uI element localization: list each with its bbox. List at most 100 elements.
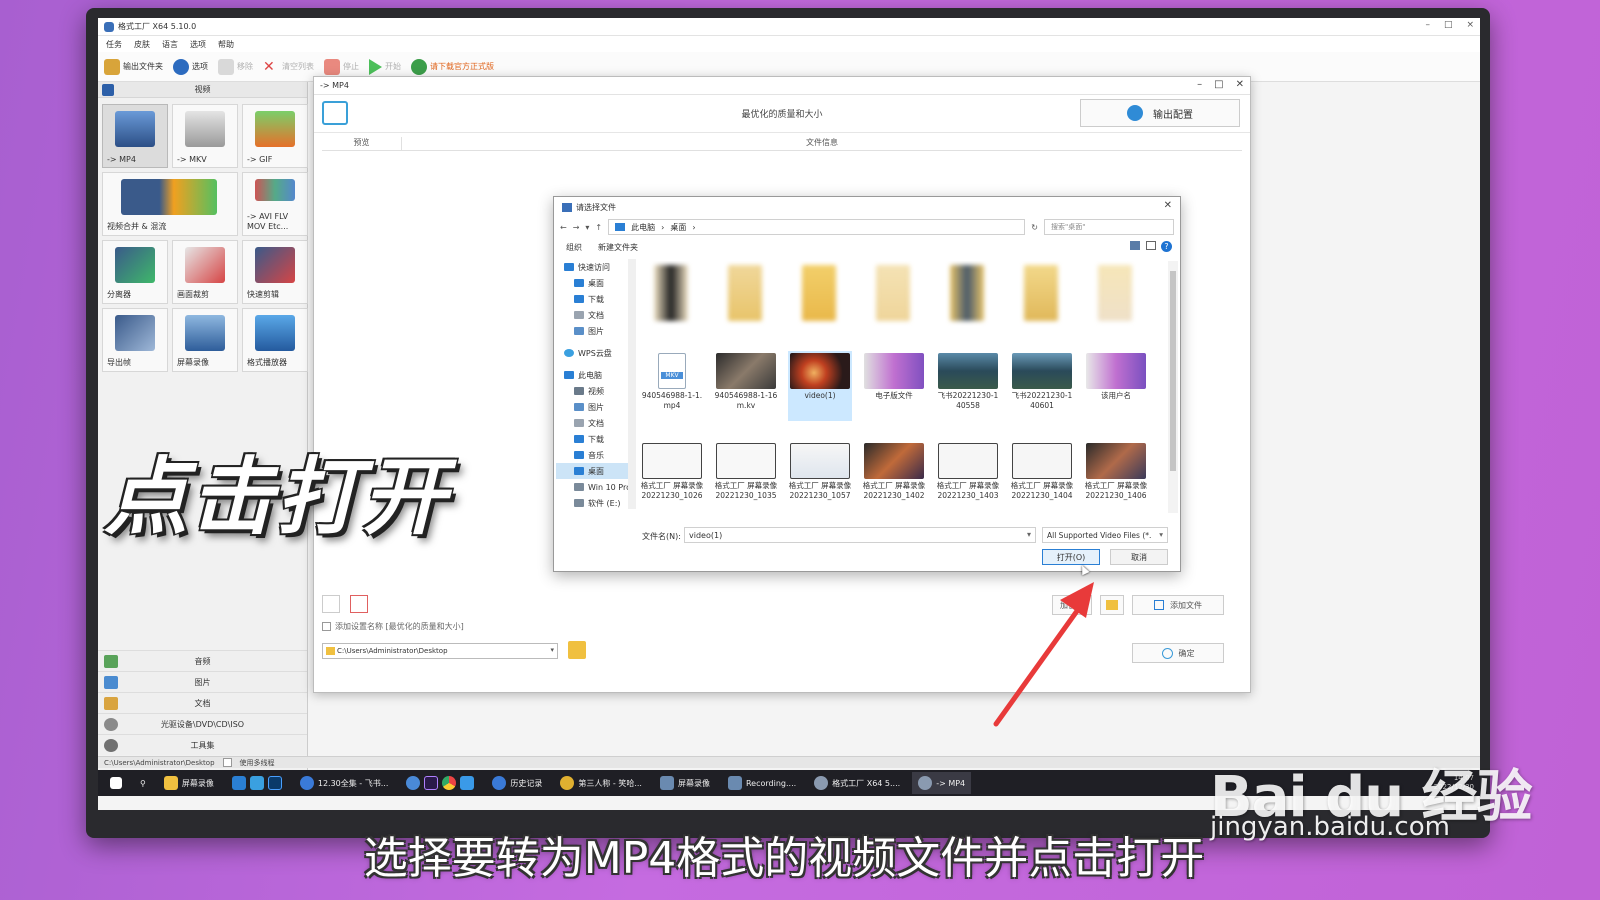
blurred-file-item[interactable] — [936, 265, 1000, 335]
minimize-icon[interactable]: – — [1197, 79, 1202, 90]
file-item[interactable]: 该用户名 — [1084, 351, 1148, 421]
category-tools[interactable]: 工具集 — [98, 734, 307, 755]
blurred-file-item[interactable] — [1010, 265, 1074, 335]
menu-skin[interactable]: 皮肤 — [134, 39, 150, 50]
file-item[interactable]: 格式工厂 屏幕录像 20221230_1404 — [1010, 441, 1074, 511]
nav-this-pc[interactable]: 此电脑 — [556, 367, 635, 383]
nav-drive-e[interactable]: 软件 (E:) — [556, 495, 635, 511]
clear-list-button[interactable]: ✕ 清空列表 — [263, 59, 314, 75]
search-button[interactable]: ⚲ — [134, 772, 152, 794]
close-icon[interactable]: ✕ — [1236, 79, 1244, 90]
help-icon[interactable]: ? — [1161, 241, 1172, 252]
breadcrumb-desktop[interactable]: 桌面 — [670, 222, 686, 233]
stop-button[interactable]: 停止 — [324, 58, 359, 75]
file-item[interactable]: 格式工厂 屏幕录像 20221230_1402 — [862, 441, 926, 511]
close-icon[interactable]: × — [1466, 20, 1474, 30]
file-item[interactable]: 格式工厂 屏幕录像 20221230_1403 — [936, 441, 1000, 511]
back-icon[interactable]: ← — [560, 223, 567, 232]
output-path-select[interactable]: C:\Users\Administrator\Desktop ▾ — [322, 643, 558, 659]
file-item[interactable]: MKV 940546988-1-1.mp4 — [640, 351, 704, 421]
ok-button[interactable]: 确定 — [1132, 643, 1224, 663]
nav-pc-documents[interactable]: 文档 — [556, 415, 635, 431]
tile-export-frames[interactable]: 导出帧 — [102, 308, 168, 372]
nav-wps-cloud[interactable]: WPS云盘 — [556, 345, 635, 361]
up-icon[interactable]: ↑ — [595, 223, 602, 232]
nav-music[interactable]: 音乐 — [556, 447, 635, 463]
blurred-file-item[interactable] — [714, 265, 778, 335]
refresh-icon[interactable]: ↻ — [1031, 223, 1038, 232]
tile-to-gif[interactable]: -> GIF — [242, 104, 308, 168]
tile-to-mkv[interactable]: -> MKV — [172, 104, 238, 168]
tile-to-avi-flv-mov[interactable]: -> AVI FLV MOV Etc... — [242, 172, 308, 236]
taskbar-item-format-factory[interactable]: 格式工厂 X64 5.... — [808, 772, 906, 794]
browse-folder-button[interactable] — [568, 641, 586, 659]
open-button[interactable]: 打开(O) — [1042, 549, 1100, 565]
nav-downloads[interactable]: 下载 — [556, 291, 635, 307]
file-item[interactable]: 格式工厂 屏幕录像 20221230_1406 — [1084, 441, 1148, 511]
file-item[interactable]: 格式工厂 屏幕录像 20221230_1035 — [714, 441, 778, 511]
nav-pictures[interactable]: 图片 — [556, 323, 635, 339]
blurred-file-item[interactable] — [788, 265, 852, 335]
tile-to-mp4[interactable]: -> MP4 — [102, 104, 168, 168]
add-music-button[interactable]: 加音乐 — [1052, 595, 1092, 615]
tile-screen-record[interactable]: 屏幕录像 — [172, 308, 238, 372]
maximize-icon[interactable]: □ — [1214, 79, 1223, 90]
start-button[interactable] — [104, 772, 128, 794]
view-mode-icon[interactable] — [1130, 241, 1140, 250]
file-grid-scrollbar[interactable] — [1168, 261, 1178, 513]
file-item[interactable]: 940546988-1-16m.kv — [714, 351, 778, 421]
filename-input[interactable]: video(1) ▾ — [684, 527, 1036, 543]
multithread-checkbox[interactable] — [222, 758, 232, 767]
output-config-button[interactable]: 输出配置 — [1080, 99, 1240, 127]
category-document[interactable]: 文档 — [98, 692, 307, 713]
status-path[interactable]: C:\Users\Administrator\Desktop — [104, 759, 215, 767]
nav-documents[interactable]: 文档 — [556, 307, 635, 323]
taskbar-item-feishu[interactable]: 12.30全集 - 飞书... — [294, 772, 395, 794]
nav-desktop[interactable]: 桌面 — [556, 275, 635, 291]
file-type-select[interactable]: All Supported Video Files (*. ▾ — [1042, 527, 1168, 543]
tile-splitter[interactable]: 分离器 — [102, 240, 168, 304]
nav-pc-pictures[interactable]: 图片 — [556, 399, 635, 415]
menu-task[interactable]: 任务 — [106, 39, 122, 50]
blurred-file-item[interactable] — [1084, 265, 1148, 335]
nav-videos[interactable]: 视频 — [556, 383, 635, 399]
taskbar-item-mp4[interactable]: -> MP4 — [912, 772, 972, 794]
taskbar-item-screen-record[interactable]: 屏幕录像 — [158, 772, 220, 794]
add-setting-name-checkbox[interactable] — [322, 622, 331, 631]
preview-pane-icon[interactable] — [1146, 241, 1156, 250]
taskbar-pinned-apps-2[interactable] — [400, 772, 480, 794]
forward-icon[interactable]: → — [573, 223, 580, 232]
blurred-file-item[interactable] — [862, 265, 926, 335]
output-folder-button[interactable]: 输出文件夹 — [104, 58, 163, 75]
category-audio[interactable]: 音频 — [98, 650, 307, 671]
minimize-icon[interactable]: – — [1425, 20, 1430, 30]
file-item[interactable]: 电子版文件 — [862, 351, 926, 421]
taskbar-item-third-person[interactable]: 第三人称 - 笑哈... — [554, 772, 648, 794]
taskbar-item-history[interactable]: 历史记录 — [486, 772, 548, 794]
organize-menu[interactable]: 组织 — [566, 242, 582, 253]
tile-crop[interactable]: 画面裁剪 — [172, 240, 238, 304]
category-image[interactable]: 图片 — [98, 671, 307, 692]
file-item[interactable]: 格式工厂 屏幕录像 20221230_1026 — [640, 441, 704, 511]
file-item[interactable]: 飞书20221230-140558 — [936, 351, 1000, 421]
remove-button[interactable]: 移除 — [218, 58, 253, 75]
maximize-icon[interactable]: □ — [1444, 20, 1453, 30]
start-button[interactable]: 开始 — [369, 58, 401, 75]
cancel-button[interactable]: 取消 — [1110, 549, 1168, 565]
taskbar-item-recording[interactable]: Recording.... — [722, 772, 802, 794]
nav-scrollbar[interactable] — [628, 259, 636, 509]
address-bar[interactable]: 此电脑 › 桌面 › — [608, 219, 1026, 235]
add-file-button[interactable]: 添加文件 — [1132, 595, 1224, 615]
nav-pc-downloads[interactable]: 下载 — [556, 431, 635, 447]
search-input[interactable]: 搜索"桌面" — [1044, 219, 1174, 235]
file-item[interactable]: 格式工厂 屏幕录像 20221230_1057 — [788, 441, 852, 511]
blurred-file-item[interactable] — [640, 265, 704, 335]
menu-help[interactable]: 帮助 — [218, 39, 234, 50]
tile-player[interactable]: 格式播放器 — [242, 308, 308, 372]
close-icon[interactable]: ✕ — [1164, 200, 1172, 211]
taskbar-item-screen-record-2[interactable]: 屏幕录像 — [654, 772, 716, 794]
scrollbar-thumb[interactable] — [1170, 271, 1176, 471]
chevron-down-icon[interactable]: ▾ — [585, 223, 589, 232]
tile-quick-clip[interactable]: 快速剪辑 — [242, 240, 308, 304]
breadcrumb-this-pc[interactable]: 此电脑 — [631, 222, 655, 233]
